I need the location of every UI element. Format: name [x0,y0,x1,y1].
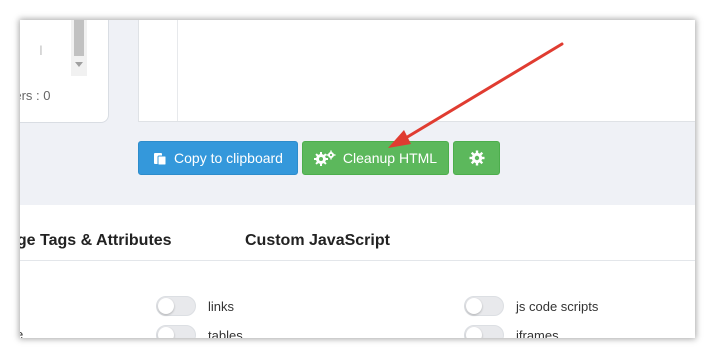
annotation-arrow-icon [388,42,564,148]
